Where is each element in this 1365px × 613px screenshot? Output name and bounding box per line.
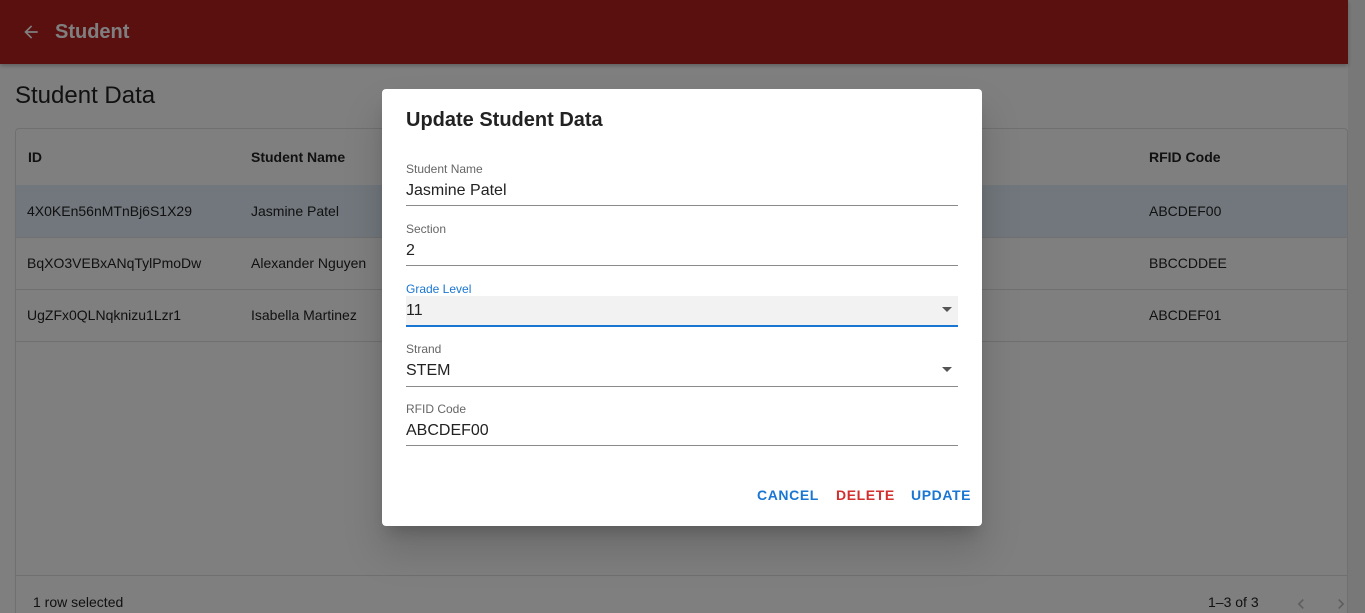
strand-select[interactable]: STEM — [406, 356, 958, 387]
student-name-label: Student Name — [406, 162, 483, 176]
dropdown-arrow-icon — [942, 307, 952, 312]
update-student-dialog: Update Student Data Student Name Section… — [382, 89, 982, 526]
grade-level-select[interactable]: 11 — [406, 296, 958, 327]
delete-button[interactable]: DELETE — [836, 487, 895, 503]
dialog-title: Update Student Data — [406, 109, 603, 131]
student-name-input[interactable] — [406, 176, 958, 206]
update-button[interactable]: UPDATE — [911, 487, 971, 503]
strand-field: Strand STEM — [406, 342, 958, 392]
section-field: Section — [406, 222, 958, 272]
student-name-field: Student Name — [406, 162, 958, 212]
grade-level-value: 11 — [406, 302, 423, 319]
section-input[interactable] — [406, 236, 958, 266]
rfid-code-input[interactable] — [406, 416, 958, 446]
rfid-code-field: RFID Code — [406, 402, 958, 452]
rfid-code-label: RFID Code — [406, 402, 467, 416]
dropdown-arrow-icon — [942, 367, 952, 372]
grade-level-label: Grade Level — [406, 282, 472, 296]
section-label: Section — [406, 222, 447, 236]
grade-level-field: Grade Level 11 — [406, 282, 958, 332]
strand-label: Strand — [406, 342, 442, 356]
cancel-button[interactable]: CANCEL — [757, 487, 819, 503]
strand-value: STEM — [406, 362, 451, 379]
